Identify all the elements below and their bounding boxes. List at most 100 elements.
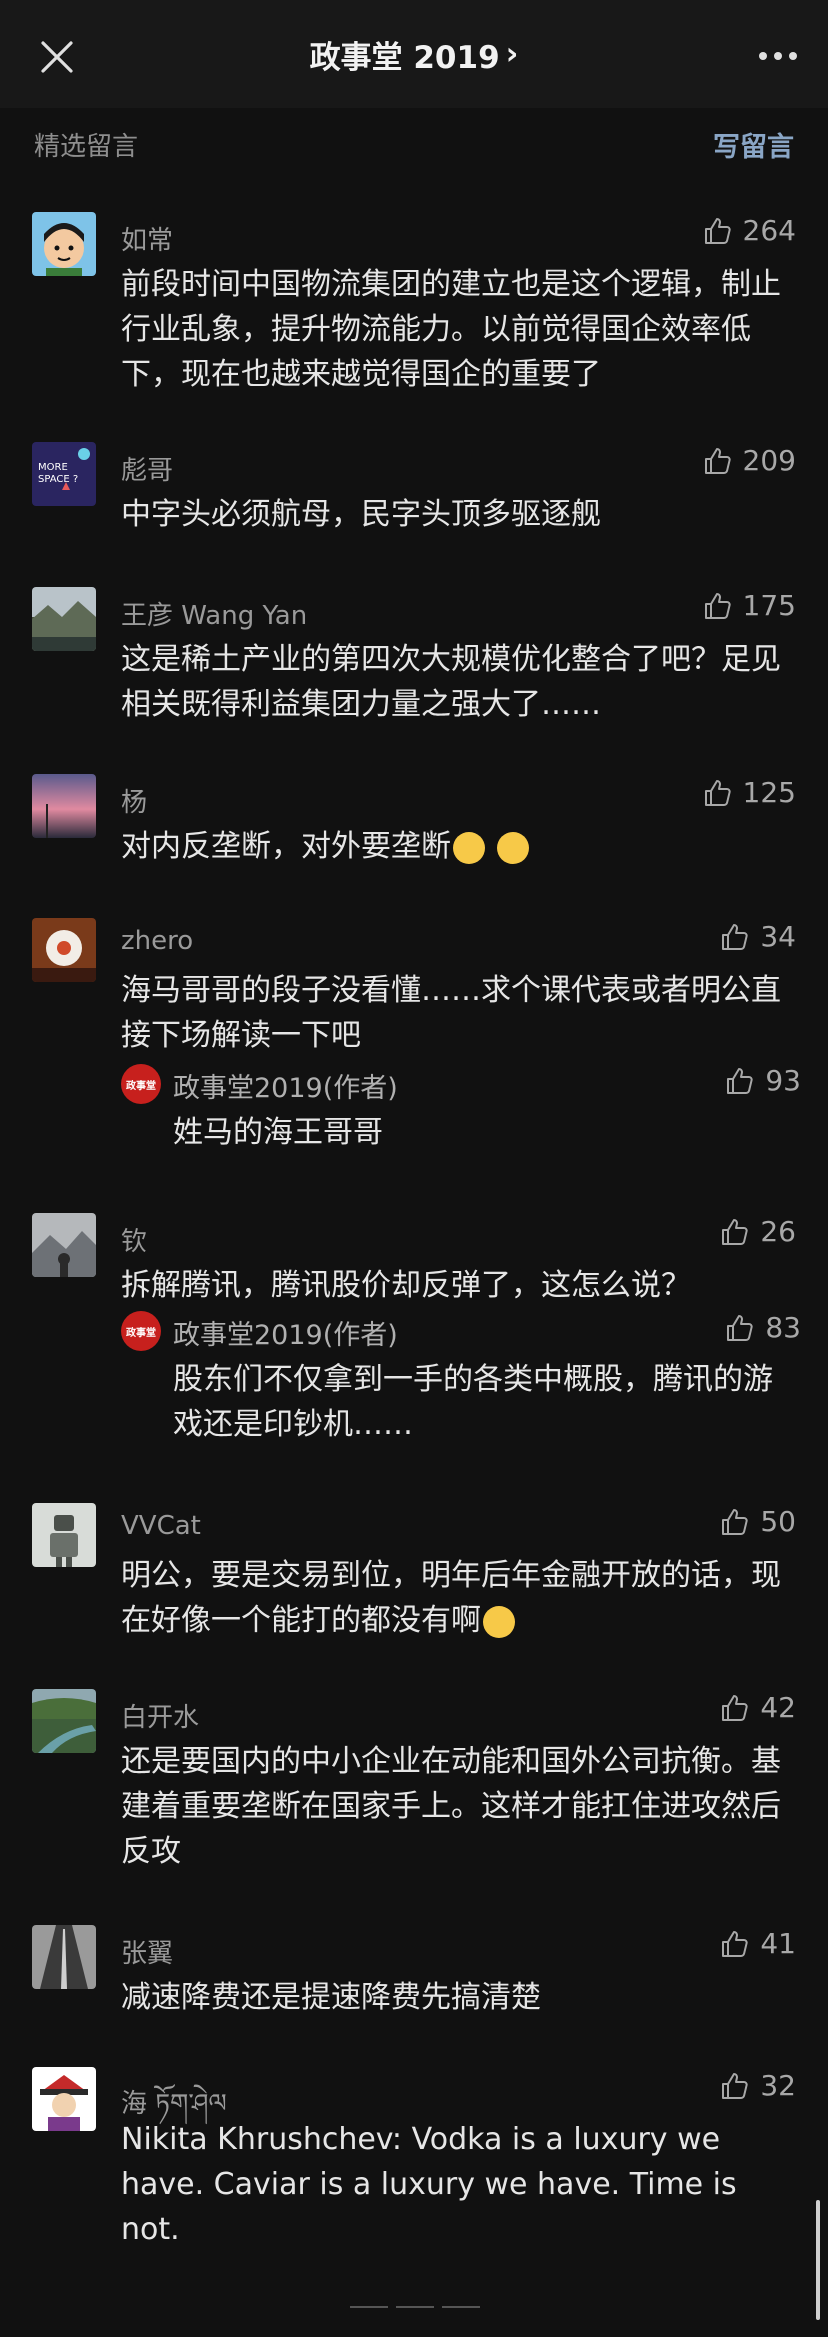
author-name: 政事堂2019(作者)	[173, 1320, 398, 1351]
user-name[interactable]: 王彦 Wang Yan	[121, 595, 307, 632]
user-name[interactable]: VVCat	[121, 1511, 201, 1541]
comment-text: 减速降费还是提速降费先搞清楚	[121, 1980, 541, 2015]
thumbs-up-icon	[703, 591, 733, 621]
river-avatar-icon	[32, 1689, 96, 1753]
page-title: 政事堂 2019	[309, 39, 500, 76]
user-avatar[interactable]	[32, 918, 96, 982]
home-indicator	[350, 2306, 480, 2310]
like-count: 83	[765, 1311, 801, 1344]
like-button[interactable]: 42	[720, 1691, 796, 1724]
account-title-link[interactable]: 政事堂 2019 ›	[310, 32, 519, 77]
like-button[interactable]: 209	[703, 444, 796, 477]
comment-text: 还是要国内的中小企业在动能和国外公司抗衡。基建着重要垄断在国家手上。这样才能扛住…	[121, 1744, 781, 1869]
comment-item: 海 ཏོག་ཤེལ 32 Nikita Khrushchev: Vodka is…	[0, 2067, 828, 2257]
user-avatar[interactable]	[32, 212, 96, 276]
reply-text: 姓马的海王哥哥	[173, 1115, 383, 1150]
like-count: 50	[760, 1505, 796, 1538]
author-name: 政事堂2019(作者)	[173, 1073, 398, 1104]
like-button[interactable]: 26	[720, 1215, 796, 1248]
robot-avatar-icon	[32, 1503, 96, 1567]
comment-item: zhero 34 海马哥哥的段子没看懂……求个课代表或者明公直接下场解读一下吧 …	[0, 918, 828, 1178]
space-poster-avatar-icon: MORE SPACE ?	[32, 442, 96, 506]
thumbs-up-icon	[720, 1217, 750, 1247]
like-count: 42	[760, 1691, 796, 1724]
guard-avatar-icon	[32, 2067, 96, 2131]
like-count: 93	[765, 1064, 801, 1097]
top-bar: 政事堂 2019 ›	[0, 0, 828, 108]
svg-text:SPACE ?: SPACE ?	[38, 474, 78, 485]
like-button[interactable]: 83	[725, 1311, 801, 1344]
author-avatar: 政事堂	[121, 1064, 161, 1104]
comment-item: 杨 125 对内反垄断，对外要垄断	[0, 774, 828, 874]
user-name[interactable]: 白开水	[121, 1697, 199, 1734]
svg-text:MORE: MORE	[38, 462, 68, 473]
like-button[interactable]: 50	[720, 1505, 796, 1538]
thumbs-up-icon	[703, 216, 733, 246]
sunset-avatar-icon	[32, 774, 96, 838]
comment-item: 如常 264 前段时间中国物流集团的建立也是这个逻辑，制止行业乱象，提升物流能力…	[0, 212, 828, 392]
laughing-tears-emoji-icon	[483, 1605, 515, 1638]
user-avatar[interactable]	[32, 587, 96, 651]
cartoon-boy-avatar-icon	[32, 212, 96, 276]
comment-text-content: 对内反垄断，对外要垄断	[121, 829, 451, 864]
user-avatar[interactable]	[32, 1503, 96, 1567]
comment-text: Nikita Khrushchev: Vodka is a luxury we …	[121, 2122, 737, 2247]
mountain-avatar-icon	[32, 1213, 96, 1277]
user-name[interactable]: 钦	[121, 1221, 147, 1258]
user-name[interactable]: 彪哥	[121, 450, 173, 487]
author-reply: 政事堂 政事堂2019(作者) 93 姓马的海王哥哥	[121, 1064, 801, 1164]
like-button[interactable]: 41	[720, 1927, 796, 1960]
thumbs-up-icon	[725, 1313, 755, 1343]
comment-text: 中字头必须航母，民字头顶多驱逐舰	[121, 497, 601, 532]
close-button[interactable]	[30, 30, 84, 84]
comment-text-content: 明公，要是交易到位，明年后年金融开放的话，现在好像一个能打的都没有啊	[121, 1558, 781, 1638]
scrollbar[interactable]	[816, 2200, 820, 2320]
comment-item: MORE SPACE ? 彪哥 209 中字头必须航母，民字头顶多驱逐舰	[0, 442, 828, 542]
comment-item: 张翼 41 减速降费还是提速降费先搞清楚	[0, 1925, 828, 2025]
flower-avatar-icon	[32, 918, 96, 982]
like-button[interactable]: 32	[720, 2069, 796, 2102]
close-icon	[41, 41, 73, 73]
user-name[interactable]: 如常	[121, 220, 173, 257]
author-reply: 政事堂 政事堂2019(作者) 83 股东们不仅拿到一手的各类中概股，腾讯的游戏…	[121, 1311, 801, 1451]
user-name[interactable]: 杨	[121, 782, 147, 819]
road-avatar-icon	[32, 1925, 96, 1989]
comment-item: 王彦 Wang Yan 175 这是稀土产业的第四次大规模优化整合了吧？足见相关…	[0, 587, 828, 727]
like-button[interactable]: 34	[720, 920, 796, 953]
thumbs-up-icon	[720, 1929, 750, 1959]
write-comment-link[interactable]: 写留言	[713, 125, 794, 164]
like-count: 125	[742, 776, 796, 809]
user-avatar[interactable]: MORE SPACE ?	[32, 442, 96, 506]
smile-emoji-icon	[453, 831, 485, 864]
user-name[interactable]: 张翼	[121, 1933, 173, 1970]
like-button[interactable]: 175	[703, 589, 796, 622]
featured-comments-label: 精选留言	[34, 131, 139, 162]
thumbs-up-icon	[720, 1507, 750, 1537]
like-count: 34	[760, 920, 796, 953]
more-dots-icon	[759, 52, 797, 60]
like-button[interactable]: 125	[703, 776, 796, 809]
like-count: 32	[760, 2069, 796, 2102]
user-avatar[interactable]	[32, 1213, 96, 1277]
section-header: 精选留言 写留言	[0, 108, 828, 180]
author-avatar: 政事堂	[121, 1311, 161, 1351]
comment-text: 对内反垄断，对外要垄断	[121, 824, 801, 869]
landscape-avatar-icon	[32, 587, 96, 651]
like-button[interactable]: 264	[703, 214, 796, 247]
comment-text: 拆解腾讯，腾讯股价却反弹了，这怎么说？	[121, 1268, 691, 1303]
user-avatar[interactable]	[32, 1925, 96, 1989]
reply-text: 股东们不仅拿到一手的各类中概股，腾讯的游戏还是印钞机……	[173, 1362, 773, 1442]
thumbs-up-icon	[703, 446, 733, 476]
user-avatar[interactable]	[32, 1689, 96, 1753]
chevron-right-icon: ›	[505, 36, 519, 72]
user-name[interactable]: zhero	[121, 926, 193, 956]
like-count: 209	[742, 444, 796, 477]
thumbs-up-icon	[720, 922, 750, 952]
comment-item: 白开水 42 还是要国内的中小企业在动能和国外公司抗衡。基建着重要垄断在国家手上…	[0, 1689, 828, 1879]
user-avatar[interactable]	[32, 2067, 96, 2131]
like-button[interactable]: 93	[725, 1064, 801, 1097]
thumbs-up-icon	[725, 1066, 755, 1096]
like-count: 41	[760, 1927, 796, 1960]
user-avatar[interactable]	[32, 774, 96, 838]
more-button[interactable]	[750, 36, 806, 76]
